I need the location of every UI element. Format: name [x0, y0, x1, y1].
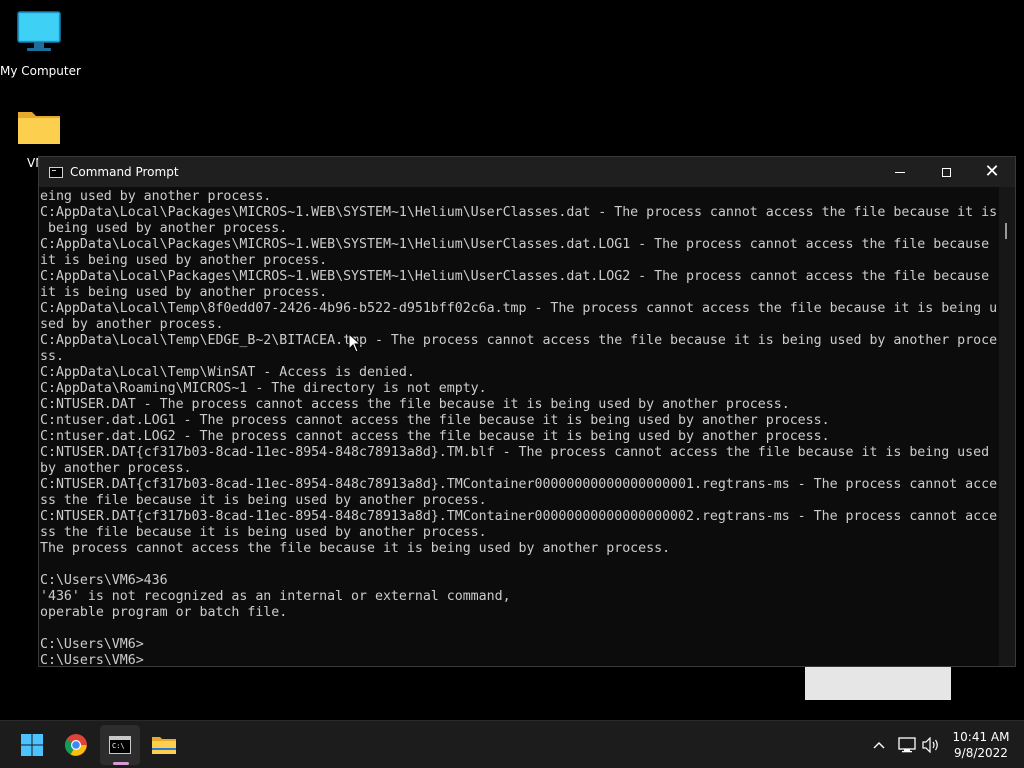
volume-button[interactable] — [920, 721, 942, 768]
console-line: C:\Users\VM6>436 — [40, 573, 168, 588]
background-window-fragment — [805, 666, 951, 700]
console-line: C:ntuser.dat.LOG1 - The process cannot a… — [40, 413, 830, 428]
volume-icon — [922, 736, 938, 753]
desktop-icon-label: My Computer — [0, 64, 81, 78]
cmd-icon: C:\ — [109, 736, 131, 754]
console-line: sed by another process. — [40, 317, 224, 332]
clock-time: 10:41 AM — [952, 730, 1010, 744]
console-line: being used by another process. — [40, 221, 288, 236]
folder-icon — [18, 112, 60, 144]
chevron-up-icon — [873, 741, 885, 748]
console-line: operable program or batch file. — [40, 605, 288, 620]
console-line: C:AppData\Local\Packages\MICROS~1.WEB\SY… — [40, 237, 990, 252]
folder-icon — [152, 736, 176, 754]
console-line: eing used by another process. — [40, 189, 272, 204]
console-line: ss the file because it is being used by … — [40, 493, 487, 508]
console-line: The process cannot access the file becau… — [40, 541, 671, 556]
console-line: C:AppData\Local\Packages\MICROS~1.WEB\SY… — [40, 269, 990, 284]
scrollbar-thumb[interactable] — [1005, 223, 1007, 239]
console-line: C:NTUSER.DAT{cf317b03-8cad-11ec-8954-848… — [40, 445, 990, 460]
desktop-icon-my-computer[interactable]: My Computer — [0, 10, 81, 78]
network-icon — [898, 736, 916, 752]
maximize-icon — [941, 167, 951, 177]
minimize-icon — [895, 171, 905, 173]
console-line: ss the file because it is being used by … — [40, 525, 487, 540]
windows-start-icon — [21, 733, 43, 756]
console-line: C:\Users\VM6> — [40, 637, 144, 652]
console-line: C:AppData\Local\Temp\WinSAT - Access is … — [40, 365, 415, 380]
console-line: C:NTUSER.DAT{cf317b03-8cad-11ec-8954-848… — [40, 509, 998, 524]
svg-text:C:\: C:\ — [112, 742, 125, 750]
console-line: it is being used by another process. — [40, 253, 328, 268]
taskbar-command-prompt-button[interactable]: C:\ — [100, 725, 140, 765]
console-line: C:AppData\Local\Temp\8f0edd07-2426-4b96-… — [40, 301, 998, 316]
vertical-scrollbar[interactable] — [999, 187, 1015, 666]
console-line: ss. — [40, 349, 64, 364]
console-line: it is being used by another process. — [40, 285, 328, 300]
taskbar: C:\ 10:41 AM 9/8/2022 — [0, 720, 1024, 768]
system-clock[interactable]: 10:41 AM 9/8/2022 — [946, 729, 1016, 761]
console-line: C:AppData\Local\Temp\EDGE_B~2\BITACEA.tm… — [40, 333, 998, 348]
show-hidden-icons-button[interactable] — [868, 721, 890, 768]
console-output[interactable]: eing used by another process. C:AppData\L… — [40, 189, 1000, 667]
start-button[interactable] — [12, 721, 52, 768]
console-line: C:\Users\VM6> — [40, 653, 144, 667]
console-line: C:NTUSER.DAT{cf317b03-8cad-11ec-8954-848… — [40, 477, 998, 492]
close-icon: ✕ — [984, 161, 1000, 182]
console-line: C:AppData\Roaming\MICROS~1 - The directo… — [40, 381, 487, 396]
console-line: C:NTUSER.DAT - The process cannot access… — [40, 397, 790, 412]
clock-date: 9/8/2022 — [954, 746, 1008, 760]
cmd-icon — [49, 166, 63, 178]
window-title: Command Prompt — [70, 165, 179, 179]
chrome-icon — [65, 733, 87, 756]
monitor-icon — [17, 11, 61, 51]
close-button[interactable]: ✕ — [969, 157, 1015, 187]
console-line: '436' is not recognized as an internal o… — [40, 589, 511, 604]
mouse-cursor-icon — [348, 333, 362, 353]
console-line: C:AppData\Local\Packages\MICROS~1.WEB\SY… — [40, 205, 998, 220]
console-line: by another process. — [40, 461, 192, 476]
taskbar-chrome-button[interactable] — [56, 721, 96, 768]
minimize-button[interactable] — [877, 157, 923, 187]
taskbar-file-explorer-button[interactable] — [144, 721, 184, 768]
title-bar[interactable]: Command Prompt ✕ — [39, 157, 1015, 187]
command-prompt-window[interactable]: Command Prompt ✕ eing used by another pr… — [38, 156, 1016, 667]
maximize-button[interactable] — [923, 157, 969, 187]
active-app-indicator — [113, 762, 129, 765]
desktop-icon-vm-folder[interactable] — [0, 108, 80, 152]
console-line: C:ntuser.dat.LOG2 - The process cannot a… — [40, 429, 830, 444]
network-button[interactable] — [896, 721, 918, 768]
